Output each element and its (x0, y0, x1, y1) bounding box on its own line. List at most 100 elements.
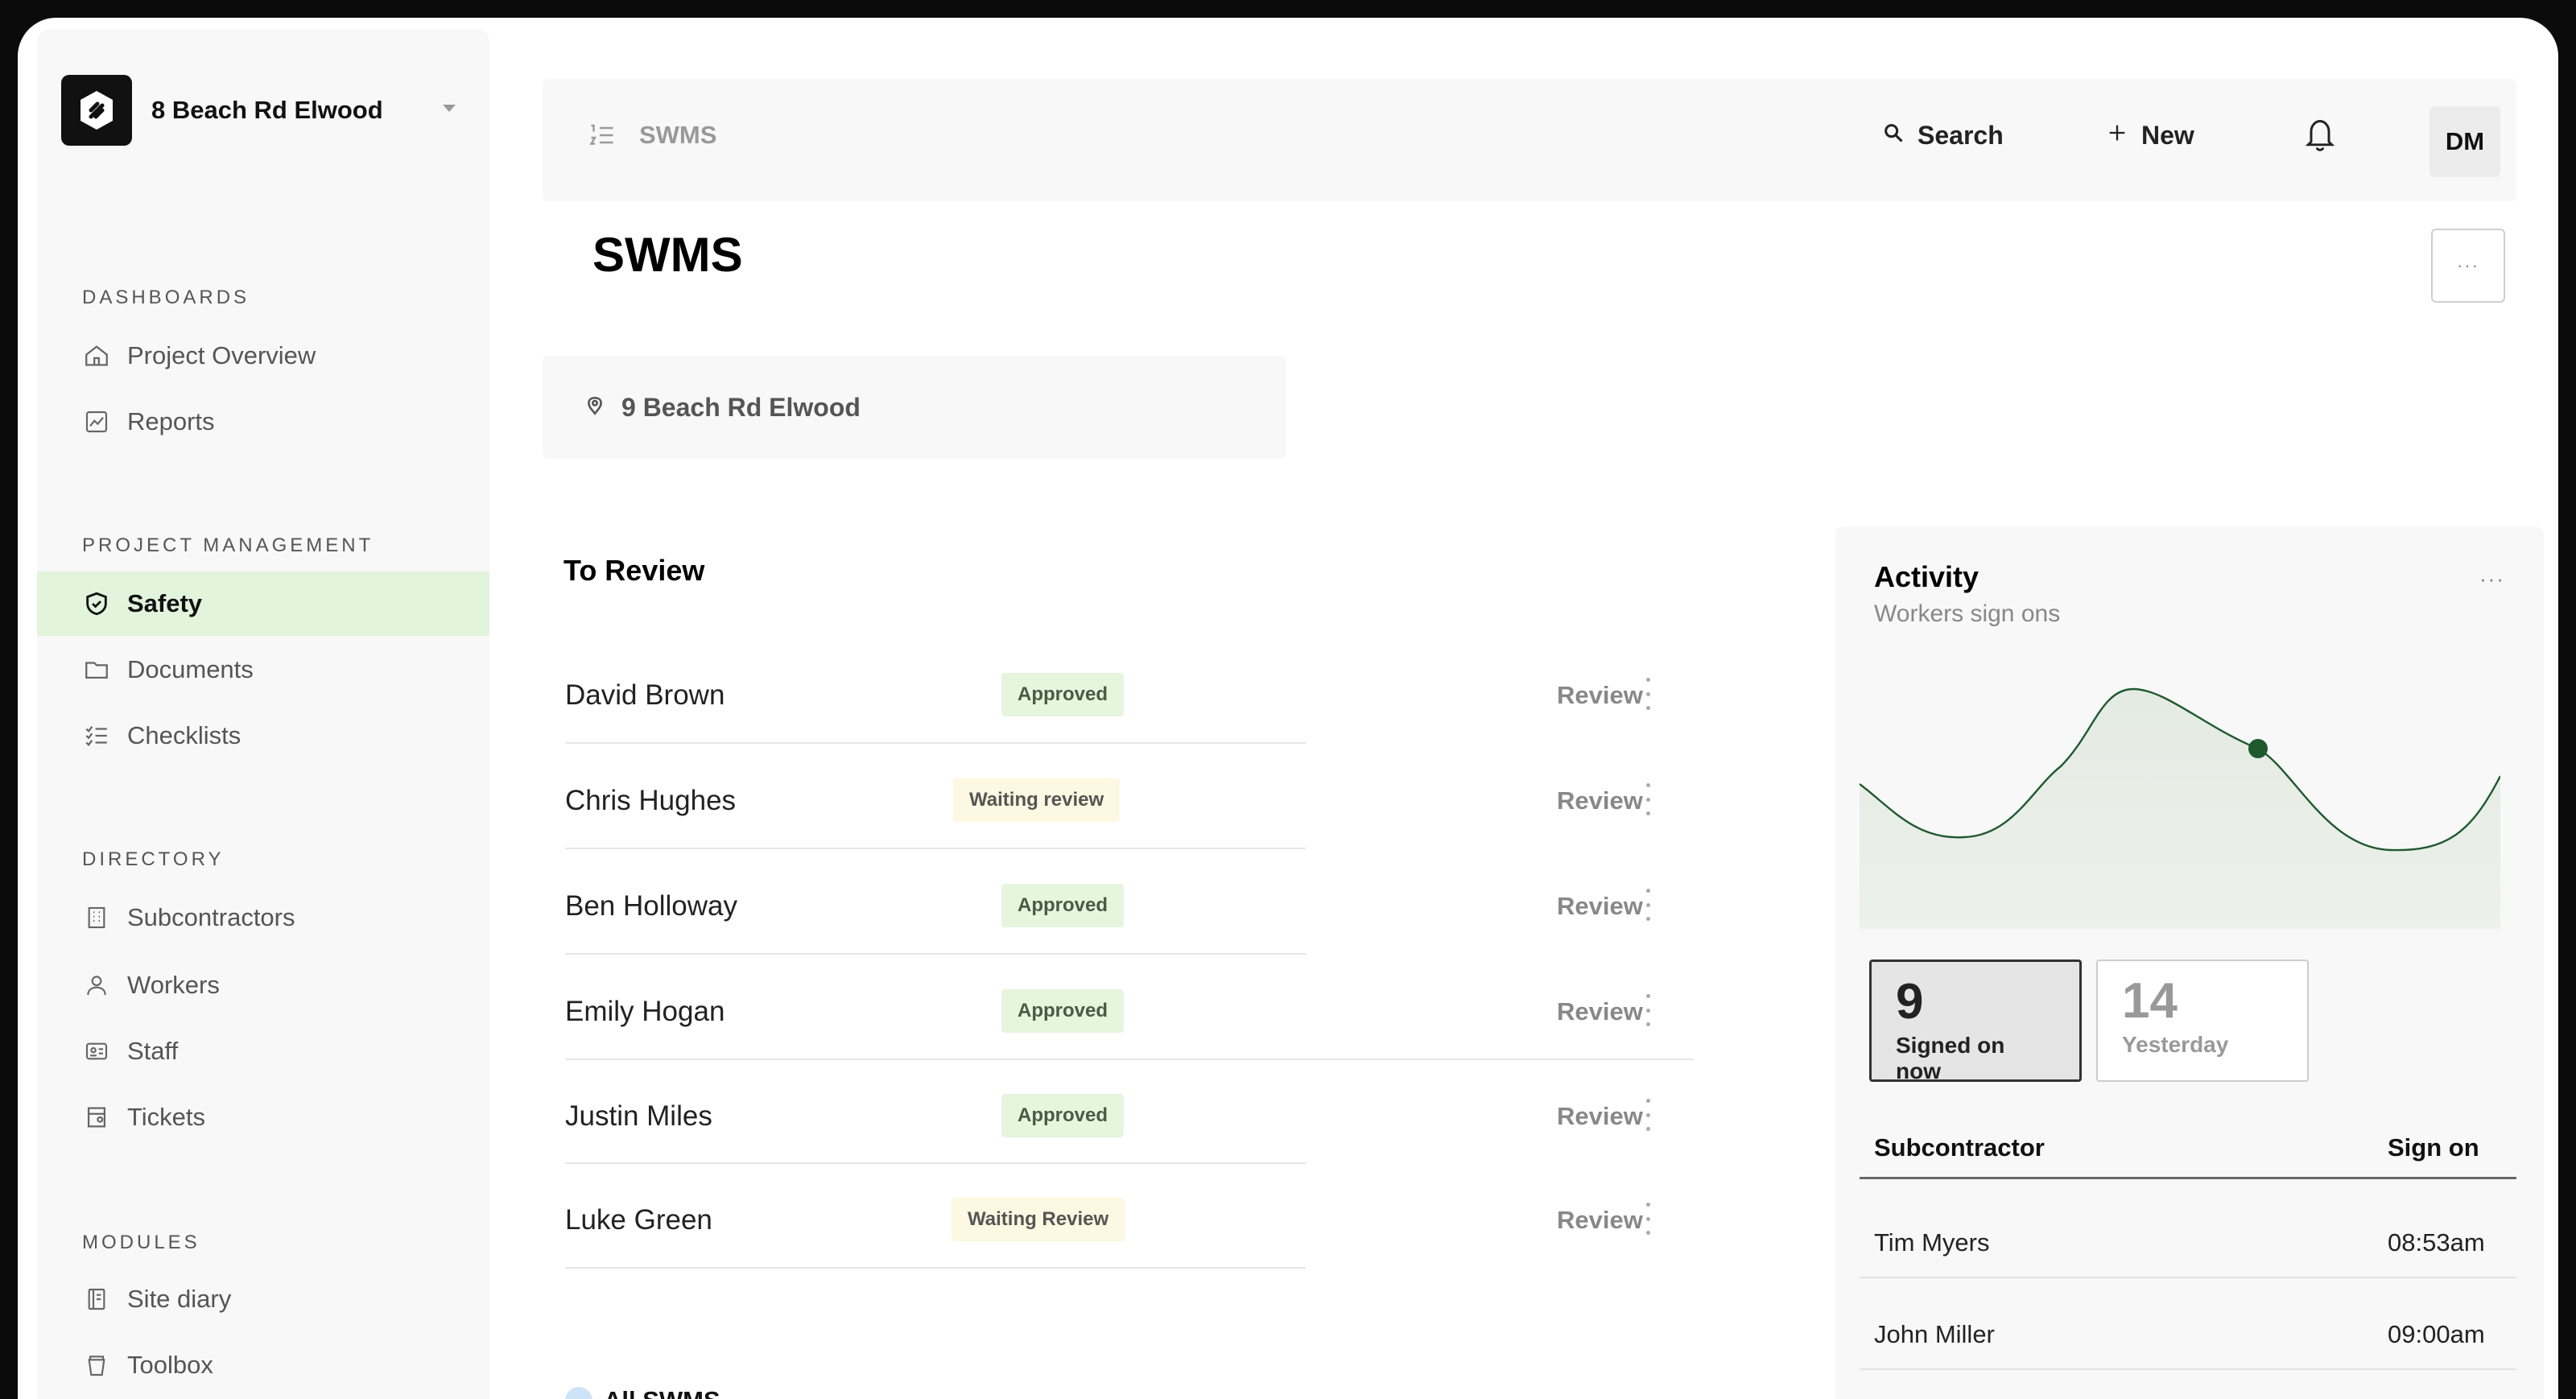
kebab-menu-icon[interactable] (1644, 783, 1652, 815)
activity-title: Activity (1874, 560, 1979, 593)
all-swms-section[interactable]: All SWMS (565, 1386, 720, 1399)
bell-icon[interactable] (2302, 114, 2338, 155)
avatar[interactable]: DM (2429, 106, 2500, 177)
numbered-list-icon (588, 121, 617, 150)
sidebar-item-label: Workers (127, 971, 220, 999)
subcontractor-name: John Miller (1874, 1320, 1995, 1348)
chevron-down-icon[interactable] (443, 105, 456, 112)
sidebar-item-label: Tickets (127, 1103, 206, 1131)
table-row[interactable]: Ben Holloway Approved Review (565, 856, 1692, 962)
book-icon (82, 1285, 111, 1314)
app-logo-icon (61, 75, 132, 146)
breadcrumb: SWMS (588, 121, 716, 150)
sidebar-item-site-diary[interactable]: Site diary (37, 1267, 489, 1331)
section-directory: DIRECTORY (82, 848, 225, 870)
to-review-heading: To Review (564, 554, 705, 587)
all-swms-label: All SWMS (604, 1386, 720, 1399)
signed-on-now-card[interactable]: 9 Signed on now (1869, 959, 2082, 1083)
breadcrumb-label[interactable]: SWMS (639, 121, 716, 150)
yesterday-value: 14 (2122, 973, 2178, 1029)
sidebar-item-label: Site diary (127, 1285, 232, 1313)
chart-icon (82, 407, 111, 436)
table-row[interactable]: Justin Miles Approved Review (565, 1067, 1692, 1172)
sidebar-item-safety[interactable]: Safety (37, 572, 489, 636)
status-badge: Waiting Review (952, 1198, 1125, 1241)
kebab-menu-icon[interactable] (1644, 678, 1652, 710)
review-button[interactable]: Review (1557, 1102, 1643, 1131)
location-selector[interactable]: 9 Beach Rd Elwood (543, 356, 1286, 459)
cup-icon (82, 1351, 111, 1380)
more-options-button[interactable]: ··· (2431, 229, 2505, 303)
column-header-subcontractor[interactable]: Subcontractor (1874, 1133, 2045, 1162)
search-label: Search (1918, 121, 2004, 150)
sidebar-item-toolbox[interactable]: Toolbox (37, 1333, 489, 1397)
row-divider (1860, 1277, 2516, 1278)
row-divider (565, 1267, 1306, 1269)
shield-icon (82, 589, 111, 618)
id-card-icon (82, 1037, 111, 1066)
home-icon (82, 341, 111, 370)
user-icon (82, 971, 111, 1000)
worker-name: Luke Green (565, 1204, 712, 1236)
new-button[interactable]: New (2106, 121, 2194, 151)
location-pin-icon (584, 393, 605, 423)
yesterday-card[interactable]: 14 Yesterday (2096, 959, 2309, 1082)
ticket-icon (82, 1103, 111, 1132)
row-divider (565, 1059, 1694, 1060)
chart-area (1860, 689, 2500, 929)
review-button[interactable]: Review (1557, 681, 1643, 710)
top-bar: SWMS Search New DM (543, 79, 2516, 201)
table-row[interactable]: Chris Hughes Waiting review Review (565, 751, 1692, 856)
building-icon (82, 903, 111, 932)
worker-name: David Brown (565, 679, 725, 711)
row-divider (565, 742, 1306, 744)
status-badge: Approved (1001, 673, 1125, 716)
row-divider (565, 1162, 1306, 1164)
sidebar-item-label: Toolbox (127, 1351, 213, 1379)
search-button[interactable]: Search (1882, 121, 2004, 151)
worker-name: Chris Hughes (565, 785, 737, 816)
table-row[interactable]: David Brown Approved Review (565, 646, 1692, 751)
status-badge: Waiting review (953, 778, 1121, 822)
sign-on-time: 08:53am (2388, 1228, 2485, 1257)
sign-ons-chart (1860, 687, 2500, 929)
sidebar-item-tickets[interactable]: Tickets (37, 1085, 489, 1149)
checklist-icon (82, 721, 111, 750)
sidebar-item-staff[interactable]: Staff (37, 1019, 489, 1083)
kebab-menu-icon[interactable] (1644, 889, 1652, 921)
kebab-menu-icon[interactable] (1644, 1099, 1652, 1131)
table-row[interactable]: Luke Green Waiting Review Review (565, 1170, 1692, 1276)
worker-name: Emily Hogan (565, 996, 725, 1027)
activity-more-button[interactable]: ··· (2479, 567, 2505, 592)
yesterday-label: Yesterday (2122, 1032, 2229, 1057)
search-icon (1882, 121, 1905, 151)
review-button[interactable]: Review (1557, 786, 1643, 815)
review-button[interactable]: Review (1557, 892, 1643, 921)
sign-on-time: 09:00am (2388, 1320, 2485, 1348)
plus-icon (2106, 121, 2128, 151)
table-row[interactable]: Emily Hogan Approved Review (565, 962, 1692, 1067)
sidebar-item-workers[interactable]: Workers (37, 953, 489, 1017)
sidebar-item-label: Documents (127, 655, 254, 683)
subcontractor-name: Tim Myers (1874, 1228, 1990, 1257)
kebab-menu-icon[interactable] (1644, 1203, 1652, 1235)
status-badge: Approved (1001, 1094, 1125, 1137)
activity-panel: Activity Workers sign ons ··· 9 Signed o… (1835, 526, 2544, 1399)
row-divider (565, 953, 1306, 955)
sidebar-item-documents[interactable]: Documents (37, 638, 489, 702)
new-label: New (2141, 121, 2194, 150)
column-header-sign-on[interactable]: Sign on (2388, 1133, 2479, 1162)
project-switcher[interactable]: 8 Beach Rd Elwood (61, 75, 488, 146)
chart-marker (2248, 739, 2268, 758)
review-button[interactable]: Review (1557, 1206, 1643, 1235)
status-badge: Approved (1001, 884, 1125, 927)
sidebar-item-reports[interactable]: Reports (37, 390, 489, 454)
project-name: 8 Beach Rd Elwood (151, 96, 383, 124)
sidebar-item-checklists[interactable]: Checklists (37, 704, 489, 768)
review-button[interactable]: Review (1557, 997, 1643, 1026)
sidebar-item-subcontractors[interactable]: Subcontractors (37, 885, 489, 950)
page-title: SWMS (592, 228, 743, 282)
sidebar-item-project-overview[interactable]: Project Overview (37, 324, 489, 388)
kebab-menu-icon[interactable] (1644, 994, 1652, 1026)
header-divider (1860, 1177, 2516, 1179)
